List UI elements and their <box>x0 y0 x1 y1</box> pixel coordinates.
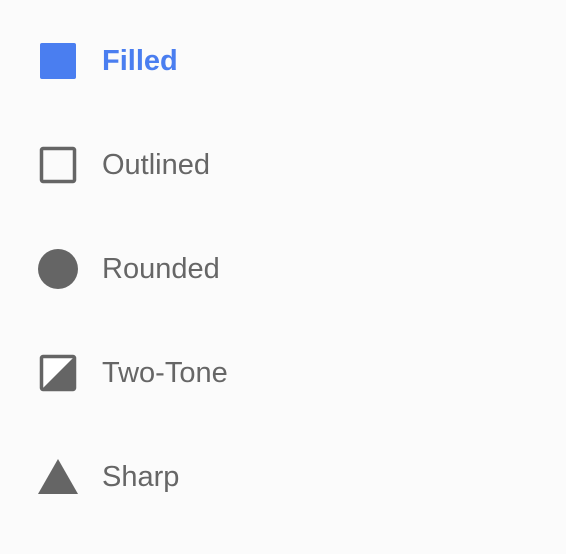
menu-item-label: Filled <box>102 45 178 77</box>
menu-item-two-tone[interactable]: Two-Tone <box>0 321 566 425</box>
menu-item-label: Sharp <box>102 461 180 493</box>
outlined-square-icon <box>38 145 78 185</box>
menu-item-label: Rounded <box>102 253 220 285</box>
filled-square-icon <box>38 41 78 81</box>
circle-icon <box>38 249 78 289</box>
menu-item-label: Outlined <box>102 149 211 181</box>
menu-item-rounded[interactable]: Rounded <box>0 217 566 321</box>
icon-style-menu: Filled Outlined Rounded Two-Tone Sharp <box>0 0 566 554</box>
menu-item-label: Two-Tone <box>102 357 228 389</box>
menu-item-outlined[interactable]: Outlined <box>0 113 566 217</box>
menu-item-sharp[interactable]: Sharp <box>0 425 566 529</box>
triangle-icon <box>38 457 78 497</box>
two-tone-square-icon <box>38 353 78 393</box>
menu-item-filled[interactable]: Filled <box>0 9 566 113</box>
